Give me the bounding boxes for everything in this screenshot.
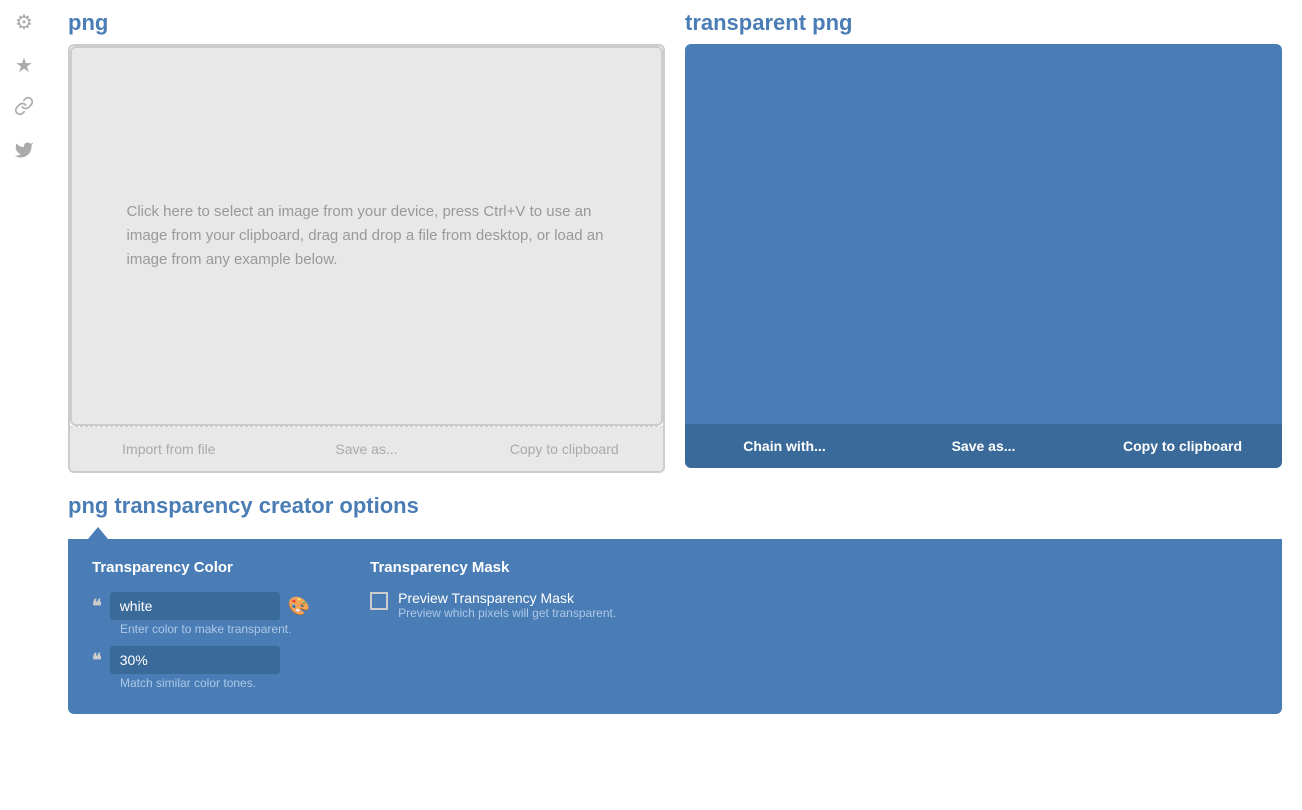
options-title: png transparency creator options [68,493,1282,519]
save-as-btn[interactable]: Save as... [268,427,466,471]
tolerance-input[interactable] [110,646,280,674]
quote-icon-1: ❝ [92,596,102,617]
preview-mask-sublabel: Preview which pixels will get transparen… [398,606,616,620]
quote-icon-2: ❝ [92,650,102,671]
png-panel-actions: Import from file Save as... Copy to clip… [70,426,663,471]
color-input[interactable] [110,592,280,620]
png-panel-title: png [68,10,665,36]
transparent-panel: transparent png Chain with... Save as...… [685,10,1282,473]
options-section: png transparency creator options Transpa… [68,493,1282,714]
upload-area[interactable]: Click here to select an image from your … [70,46,663,426]
upload-hint: Click here to select an image from your … [127,200,607,272]
transparent-preview-area [685,44,1282,424]
color-input-row: ❝ 🎨 Enter color to make transparent. [92,592,310,636]
preview-mask-row: Preview Transparency Mask Preview which … [370,590,616,620]
preview-mask-label: Preview Transparency Mask [398,590,616,606]
star-icon[interactable]: ★ [15,53,33,78]
sidebar: ⚙ ★ [0,0,48,810]
transparency-mask-group: Transparency Mask Preview Transparency M… [370,559,616,690]
transparent-panel-wrapper: Chain with... Save as... Copy to clipboa… [685,44,1282,468]
transparency-mask-title: Transparency Mask [370,559,616,576]
options-panel: Transparency Color ❝ 🎨 Enter color to ma… [68,539,1282,714]
tolerance-hint: Match similar color tones. [120,676,310,690]
import-from-file-btn[interactable]: Import from file [70,427,268,471]
link-icon[interactable] [14,96,34,122]
transparent-panel-actions: Chain with... Save as... Copy to clipboa… [685,424,1282,468]
preview-mask-labels: Preview Transparency Mask Preview which … [398,590,616,620]
main-content: png Click here to select an image from y… [48,0,1302,734]
transparency-color-title: Transparency Color [92,559,310,576]
preview-mask-checkbox[interactable] [370,592,388,610]
color-input-container: ❝ 🎨 [92,592,310,620]
png-panel: png Click here to select an image from y… [68,10,665,473]
copy-to-clipboard-btn[interactable]: Copy to clipboard [465,427,663,471]
top-section: png Click here to select an image from y… [68,10,1282,473]
gear-icon[interactable]: ⚙ [15,10,33,35]
tolerance-input-row: ❝ Match similar color tones. [92,646,310,690]
transparent-copy-clipboard-btn[interactable]: Copy to clipboard [1083,424,1282,468]
chain-with-btn[interactable]: Chain with... [685,424,884,468]
options-arrow [88,527,108,539]
tolerance-input-container: ❝ [92,646,310,674]
color-picker-icon[interactable]: 🎨 [288,596,310,617]
png-panel-wrapper: Click here to select an image from your … [68,44,665,473]
transparent-panel-title: transparent png [685,10,1282,36]
color-input-hint: Enter color to make transparent. [120,622,310,636]
twitter-icon[interactable] [14,140,34,166]
transparent-save-as-btn[interactable]: Save as... [884,424,1083,468]
transparency-color-group: Transparency Color ❝ 🎨 Enter color to ma… [92,559,310,690]
